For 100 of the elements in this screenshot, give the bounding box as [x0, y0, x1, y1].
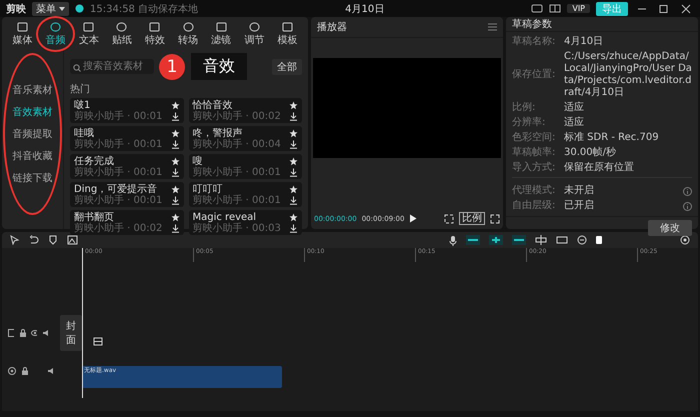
focus-icon[interactable] [444, 214, 454, 224]
sound-title: 啵1 [74, 100, 92, 110]
fullscreen-icon[interactable] [490, 214, 500, 224]
sound-card[interactable]: Magic reveal 剪映小助手 · 00:03 [188, 210, 302, 235]
download-icon[interactable] [289, 112, 298, 120]
microphone-icon[interactable] [449, 234, 457, 246]
tab[interactable]: 滤镜 [206, 20, 237, 48]
sidebar-item[interactable]: 链接下载 [12, 169, 52, 187]
download-icon[interactable] [170, 112, 180, 120]
filter-button[interactable]: 全部 [272, 58, 302, 74]
sidebar-item[interactable]: 音乐素材 [12, 81, 52, 99]
tab[interactable]: 调节 [238, 20, 270, 48]
sidebar-item[interactable]: 抖音收藏 [12, 147, 52, 165]
link-icon[interactable] [512, 235, 526, 245]
sound-card[interactable]: 恰恰音效 剪映小助手 · 00:02 [188, 98, 302, 123]
track-toggle-icon[interactable] [8, 329, 14, 337]
tab[interactable]: 媒体 [7, 20, 38, 48]
sound-meta: 剪映小助手 · 00:01 [192, 166, 282, 178]
link-icon[interactable] [466, 235, 480, 245]
sound-meta: 剪映小助手 · 00:01 [74, 110, 164, 122]
layout-icon[interactable] [549, 4, 562, 13]
panel-title: 播放器 [317, 20, 347, 34]
search-icon [73, 64, 81, 72]
star-icon[interactable] [289, 100, 298, 110]
sound-card[interactable]: 哇哦 剪映小助手 · 00:01 [70, 126, 184, 151]
download-icon[interactable] [289, 168, 298, 176]
settings-icon[interactable] [680, 235, 690, 245]
audio-track-icon[interactable] [8, 367, 16, 375]
sound-card[interactable]: 嗖 剪映小助手 · 00:01 [188, 154, 302, 179]
star-icon[interactable] [170, 100, 180, 110]
vip-badge[interactable]: VIP [567, 4, 590, 13]
callout-label: 音效 [191, 53, 247, 80]
sound-card[interactable]: 啵1 剪映小助手 · 00:01 [70, 98, 184, 123]
play-icon[interactable] [409, 214, 418, 223]
zoom-slider-thumb[interactable] [596, 235, 602, 245]
lock-icon[interactable] [21, 367, 29, 375]
sound-meta: 剪映小助手 · 00:04 [192, 138, 282, 150]
download-icon[interactable] [289, 224, 298, 232]
sound-card[interactable]: 咚，警报声 剪映小助手 · 00:04 [188, 126, 302, 151]
sound-title: Ding，可爱提示音 [74, 184, 158, 194]
download-icon[interactable] [170, 224, 180, 232]
speaker-icon[interactable] [47, 367, 55, 375]
download-icon[interactable] [170, 168, 180, 176]
info-icon[interactable] [683, 202, 692, 210]
lock-icon[interactable] [19, 329, 26, 337]
tab[interactable]: 文本 [73, 20, 104, 48]
autosave-status: 15:34:58 自动保存本地 [90, 2, 198, 16]
download-icon[interactable] [289, 196, 298, 204]
image-icon[interactable] [67, 235, 78, 245]
link-icon[interactable] [489, 235, 503, 245]
sound-meta: 剪映小助手 · 00:01 [74, 166, 164, 178]
edit-button[interactable]: 修改 [648, 220, 692, 236]
sound-title: 恰恰音效 [192, 100, 234, 110]
marker-icon[interactable] [48, 235, 58, 245]
tab[interactable]: 转场 [172, 20, 204, 48]
tab[interactable]: 模板 [272, 20, 303, 48]
undo-icon[interactable] [29, 235, 39, 245]
menu-icon[interactable] [488, 23, 497, 31]
speaker-icon[interactable] [42, 329, 49, 337]
star-icon[interactable] [289, 128, 298, 138]
info-icon[interactable] [683, 186, 692, 196]
sound-title: 哇哦 [74, 128, 95, 138]
tab[interactable]: 音频 [40, 20, 72, 48]
download-icon[interactable] [289, 140, 298, 148]
star-icon[interactable] [289, 212, 298, 222]
cover-button[interactable]: 封面 [60, 315, 82, 351]
sound-card[interactable]: 翻书翻页 剪映小助手 · 00:02 [70, 210, 184, 235]
menu-button[interactable]: 菜单 [32, 2, 69, 16]
sidebar-item[interactable]: 音频提取 [12, 125, 52, 143]
star-icon[interactable] [289, 184, 298, 194]
panel-title: 草稿参数 [512, 18, 552, 31]
tab[interactable]: 贴纸 [106, 20, 138, 48]
sound-meta: 剪映小助手 · 00:01 [192, 194, 282, 206]
field-value: 已开启 [564, 200, 595, 212]
star-icon[interactable] [289, 156, 298, 166]
star-icon[interactable] [170, 156, 180, 166]
sidebar-item[interactable]: 音效素材 [12, 103, 52, 121]
sound-card[interactable]: 任务完成 剪映小助手 · 00:01 [70, 154, 184, 179]
section-heading: 热门 [70, 84, 90, 95]
sound-title: 叮叮叮 [192, 184, 224, 194]
cursor-icon[interactable] [10, 235, 20, 245]
star-icon[interactable] [170, 184, 180, 194]
shortcut-icon[interactable] [531, 4, 544, 13]
sound-card[interactable]: Ding，可爱提示音 剪映小助手 · 00:01 [70, 182, 184, 207]
download-icon[interactable] [170, 140, 180, 148]
ratio-button[interactable]: 比例 [459, 212, 485, 225]
eye-icon[interactable] [30, 329, 38, 337]
field-label: 草稿帧率: [512, 147, 556, 159]
app-name: 剪映 [6, 2, 26, 16]
sound-title: 翻书翻页 [74, 212, 115, 222]
search-field[interactable]: 搜索音效素材 [70, 59, 154, 74]
split-icon[interactable] [535, 235, 547, 245]
zoom-out-icon[interactable] [577, 235, 587, 245]
star-icon[interactable] [170, 128, 180, 138]
project-title: 4月10日 [345, 2, 384, 16]
sound-title: 嗖 [192, 156, 204, 166]
sound-card[interactable]: 叮叮叮 剪映小助手 · 00:01 [188, 182, 302, 207]
star-icon[interactable] [170, 212, 180, 222]
tab[interactable]: 特效 [139, 20, 171, 48]
download-icon[interactable] [170, 196, 180, 204]
